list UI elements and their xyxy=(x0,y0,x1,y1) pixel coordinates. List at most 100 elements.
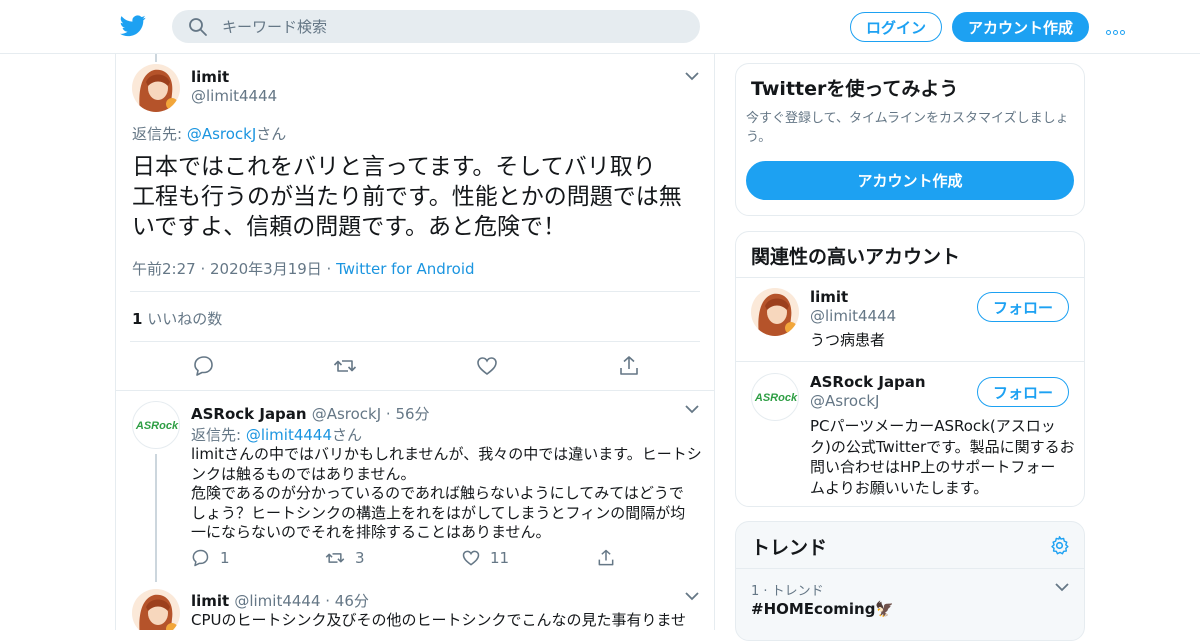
tweet-text-line: 一にならないのでそれを排除することはありません。 xyxy=(191,523,551,541)
divider xyxy=(736,568,1084,569)
anime-avatar-icon xyxy=(132,64,180,112)
reply-prefix: 返信先: xyxy=(191,426,246,444)
avatar[interactable]: ASRock xyxy=(751,373,799,421)
reply-suffix: さん xyxy=(256,125,287,143)
tweet-text-line: limitさんの中ではバリかもしれませんが、我々の中では違います。ヒートシ xyxy=(191,445,702,463)
divider xyxy=(116,390,714,391)
account-bio-line: ムよりお願いいたします。 xyxy=(810,478,989,497)
signup-button[interactable]: アカウント作成 xyxy=(952,12,1089,42)
retweet-count: 3 xyxy=(355,549,365,567)
avatar[interactable] xyxy=(751,288,799,336)
account-bio: うつ病患者 xyxy=(810,331,886,349)
account-handle[interactable]: @limit4444 xyxy=(810,307,896,325)
avatar[interactable] xyxy=(132,589,180,630)
search-input[interactable] xyxy=(222,10,682,43)
avatar[interactable]: ASRock xyxy=(132,401,180,449)
reply-prefix: 返信先: xyxy=(132,125,187,143)
card-description-line: 今すぐ登録して、タイムラインをカスタマイズしましょ xyxy=(746,111,1069,126)
tweet-text-line: ンクは触るものではありません。 xyxy=(191,464,416,483)
reply-count: 1 xyxy=(220,549,230,567)
author-name[interactable]: limit xyxy=(191,68,277,86)
reply-icon[interactable] xyxy=(191,354,215,378)
account-bio-line: PCパーツメーカーASRock(アスロッ xyxy=(810,417,1056,435)
signup-card: Twitterを使ってみよう 今すぐ登録して、タイムラインをカスタマイズしましょ… xyxy=(735,63,1085,216)
follow-button[interactable]: フォロー xyxy=(977,377,1069,407)
divider xyxy=(736,361,1084,362)
thread-connector xyxy=(155,54,157,62)
tweet-timestamp[interactable]: 午前2:27 · 2020年3月19日 · xyxy=(132,260,336,278)
tweet-text: 日本ではこれをバリと言ってます。そしてバリ取り 工程も行うのが当たり前です。性能… xyxy=(132,152,704,242)
card-description: 今すぐ登録して、タイムラインをカスタマイズしましょ う。 xyxy=(746,109,1069,147)
trends-card: トレンド 1 · トレンド #HOMEcoming🦅 xyxy=(735,521,1085,641)
anime-avatar-icon xyxy=(132,589,180,630)
account-name[interactable]: limit xyxy=(810,288,896,306)
trend-rank: 1 · トレンド xyxy=(751,584,824,599)
reply-suffix: さん xyxy=(332,426,363,444)
share-icon[interactable] xyxy=(596,548,616,568)
signup-button[interactable]: アカウント作成 xyxy=(746,161,1074,200)
reply-to-link[interactable]: @AsrockJ xyxy=(187,125,256,143)
reply-icon[interactable] xyxy=(190,548,210,568)
card-description-line: う。 xyxy=(746,130,772,145)
more-options-icon[interactable] xyxy=(1106,20,1130,35)
svg-text:ASRock: ASRock xyxy=(135,420,179,432)
author-handle[interactable]: @limit4444 xyxy=(234,592,320,610)
top-bar: ログイン アカウント作成 xyxy=(0,0,1200,54)
tweet-text-line: 工程も行うのが当たり前です。性能とかの問題では無 xyxy=(132,184,682,210)
search-icon xyxy=(189,18,207,36)
tweet-source-link[interactable]: Twitter for Android xyxy=(336,260,474,278)
asrock-logo-icon: ASRock xyxy=(135,420,179,432)
tweet-text: limitさんの中ではバリかもしれませんが、我々の中では違います。ヒートシ ンク… xyxy=(191,445,706,543)
svg-text:ASRock: ASRock xyxy=(754,392,798,404)
like-heart-icon[interactable] xyxy=(475,354,499,378)
account-bio-line: 問い合わせはHP上のサポートフォー xyxy=(810,458,1056,476)
related-accounts-card: 関連性の高いアカウント limit @limit4444 うつ病患者 フォロー … xyxy=(735,231,1085,507)
tweet-text-line: いですよ、信頼の問題です。あと危険で！ xyxy=(132,214,567,240)
follow-button[interactable]: フォロー xyxy=(977,292,1069,322)
likes-summary[interactable]: 1 いいねの数 xyxy=(132,308,222,329)
retweet-icon[interactable] xyxy=(325,548,345,568)
tweet-time[interactable]: · 46分 xyxy=(321,592,369,610)
like-count: 11 xyxy=(490,549,510,567)
divider xyxy=(130,291,700,292)
author-name[interactable]: limit xyxy=(191,592,229,610)
asrock-logo-icon: ASRock xyxy=(754,392,798,404)
twitter-bird-icon[interactable] xyxy=(120,14,146,38)
chevron-down-icon[interactable] xyxy=(1055,583,1069,592)
reply-to-link[interactable]: @limit4444 xyxy=(246,426,332,444)
divider xyxy=(736,277,1084,278)
divider xyxy=(130,341,700,342)
tweet-text: CPUのヒートシンク及びその他のヒートシンクでこんなの見た事有りませ xyxy=(191,611,687,629)
settings-gear-icon[interactable] xyxy=(1049,535,1070,556)
anime-avatar-icon xyxy=(751,288,799,336)
author-handle[interactable]: @limit4444 xyxy=(191,87,277,105)
tweet-text-line: しょう？ヒートシンクの構造上をれをはがしてしまうとフィンの間隔が均 xyxy=(191,503,686,522)
card-title: トレンド xyxy=(751,537,828,559)
reply-to-line: 返信先: @AsrockJさん xyxy=(132,123,286,144)
thread-connector xyxy=(155,454,157,582)
login-button[interactable]: ログイン xyxy=(850,12,942,42)
author-name[interactable]: ASRock Japan xyxy=(191,405,307,423)
chevron-down-icon[interactable] xyxy=(685,405,699,414)
trend-name[interactable]: #HOMEcoming🦅 xyxy=(751,600,894,618)
tweet-time[interactable]: · 56分 xyxy=(381,405,430,423)
likes-label: いいねの数 xyxy=(142,310,223,328)
author-handle[interactable]: @AsrockJ xyxy=(312,405,381,423)
account-bio-line: ク)の公式Twitterです。製品に関するお xyxy=(810,437,1075,456)
avatar[interactable] xyxy=(132,64,180,112)
share-icon[interactable] xyxy=(617,354,641,378)
likes-count: 1 xyxy=(132,310,143,328)
retweet-icon[interactable] xyxy=(333,354,357,378)
card-title: Twitterを使ってみよう xyxy=(751,78,959,100)
chevron-down-icon[interactable] xyxy=(685,592,699,601)
reply-to-line: 返信先: @limit4444さん xyxy=(191,424,362,445)
account-bio: PCパーツメーカーASRock(アスロッ ク)の公式Twitterです。製品に関… xyxy=(810,416,1075,498)
tweet-text-line: 危険であるのが分かっているのであれば触らないようにしてみてはどうで xyxy=(191,484,684,502)
card-title: 関連性の高いアカウント xyxy=(751,246,961,268)
tweet-timeline: limit @limit4444 返信先: @AsrockJさん 日本ではこれを… xyxy=(115,54,715,630)
search-bar[interactable] xyxy=(172,10,700,43)
chevron-down-icon[interactable] xyxy=(685,72,699,81)
tweet-text-line: 日本ではこれをバリと言ってます。そしてバリ取り xyxy=(132,154,656,180)
tweet-meta: 午前2:27 · 2020年3月19日 · Twitter for Androi… xyxy=(132,258,475,279)
like-heart-icon[interactable] xyxy=(461,548,481,568)
